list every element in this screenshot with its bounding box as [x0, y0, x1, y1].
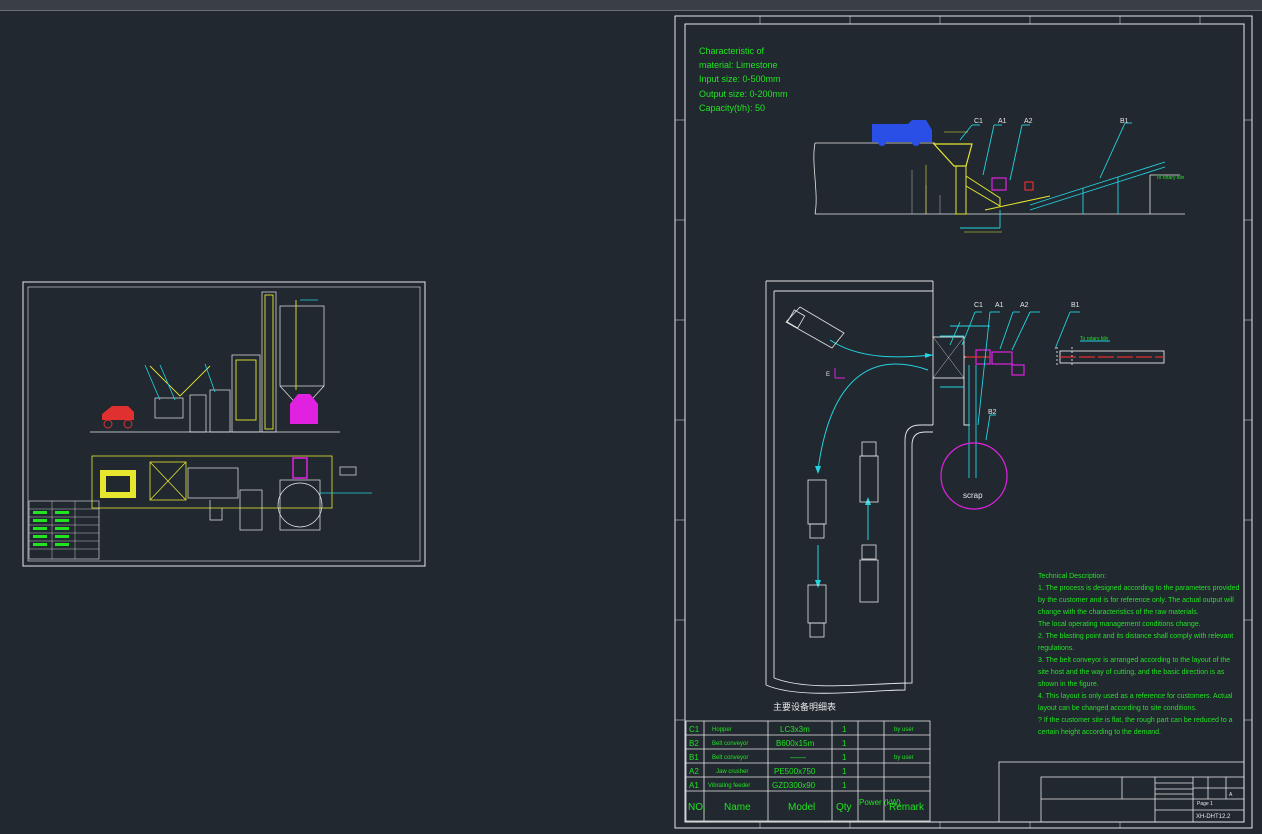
material-line-2: material: Limestone: [699, 60, 778, 70]
material-line-1: Characteristic of: [699, 46, 765, 56]
scrap-label: scrap: [963, 491, 983, 500]
tech-line-8: site host and the way of cutting, and th…: [1038, 669, 1225, 676]
material-line-3: Input size: 0-500mm: [699, 74, 781, 84]
table-header: NO. Name Model Qty Power (kW) Remark: [688, 798, 925, 813]
svg-text:GZD300x90: GZD300x90: [772, 781, 816, 790]
material-line-5: Capacity(t/h): 50: [699, 103, 765, 113]
svg-text:by user: by user: [894, 727, 914, 733]
plan-label-a2: A2: [1020, 302, 1029, 309]
plan-view[interactable]: C1 A1 A2 B1 B2 E scrap To rotary kiln 主要…: [765, 280, 1165, 712]
svg-text:1: 1: [842, 781, 847, 790]
svg-text:1: 1: [842, 739, 847, 748]
tech-line-6: regulations.: [1038, 645, 1074, 652]
elev-to-rotary-kiln: To rotary kiln: [1156, 175, 1185, 181]
plan-label-b2: B2: [988, 409, 997, 416]
title-block[interactable]: Page 1 A XH-DHT12.2: [998, 761, 1245, 823]
tech-line-4: The local operating management condition…: [1038, 621, 1201, 628]
svg-text:B2: B2: [689, 739, 699, 748]
material-characteristics: Characteristic of material: Limestone In…: [699, 46, 788, 113]
svg-text:Vibrating feeder: Vibrating feeder: [708, 783, 750, 789]
svg-text:LC3x3m: LC3x3m: [780, 725, 810, 734]
direction-label: E: [826, 372, 830, 378]
table-row: C1 Hopper LC3x3m 1 by user: [689, 725, 914, 734]
svg-text:Hopper: Hopper: [712, 727, 732, 733]
sheet-number: Page 1: [1197, 801, 1213, 807]
elev-label-a1: A1: [998, 118, 1007, 125]
svg-text:Belt conveyor: Belt conveyor: [712, 755, 748, 761]
equipment-table[interactable]: C1 Hopper LC3x3m 1 by user B2 Belt conve…: [685, 720, 931, 822]
drawing-number: XH-DHT12.2: [1196, 814, 1231, 820]
tech-line-2: by the customer and is for reference onl…: [1038, 597, 1234, 604]
tech-line-1: 1. The process is designed according to …: [1038, 585, 1240, 592]
left-drawing[interactable]: [22, 281, 426, 567]
elev-label-b1: B1: [1120, 118, 1129, 125]
svg-text:1: 1: [842, 725, 847, 734]
svg-text:Belt conveyor: Belt conveyor: [712, 741, 748, 747]
tech-line-11: layout can be changed according to site …: [1038, 705, 1197, 712]
svg-text:A2: A2: [689, 767, 699, 776]
equipment-table-title: 主要设备明细表: [773, 701, 836, 712]
svg-text:Name: Name: [724, 802, 751, 813]
table-row: B1 Belt conveyor —— 1 by user: [689, 753, 914, 762]
svg-text:1: 1: [842, 753, 847, 762]
revision-stage: A: [1229, 792, 1233, 798]
technical-description: Technical Description: 1. The process is…: [1038, 573, 1240, 736]
tech-line-3: change with the characteristics of the r…: [1038, 609, 1199, 616]
svg-text:Remark: Remark: [889, 802, 925, 813]
svg-text:——: ——: [790, 753, 806, 762]
svg-text:NO.: NO.: [688, 802, 706, 813]
svg-text:by user: by user: [894, 755, 914, 761]
svg-text:Model: Model: [788, 802, 815, 813]
elev-label-c1: C1: [974, 118, 983, 125]
svg-text:B1: B1: [689, 753, 699, 762]
tech-line-12: ? If the customer site is flat, the roug…: [1038, 717, 1233, 724]
svg-text:PE500x750: PE500x750: [774, 767, 816, 776]
plan-label-c1: C1: [974, 302, 983, 309]
tech-line-13: certain height according to the demand.: [1038, 729, 1161, 736]
svg-text:Jaw crusher: Jaw crusher: [716, 769, 748, 775]
svg-text:Qty: Qty: [836, 802, 852, 813]
plan-label-b1: B1: [1071, 302, 1080, 309]
tech-title: Technical Description:: [1038, 573, 1106, 580]
cad-canvas[interactable]: Characteristic of material: Limestone In…: [0, 0, 1262, 834]
elev-label-a2: A2: [1024, 118, 1033, 125]
tech-line-7: 3. The belt conveyor is arranged accordi…: [1038, 657, 1230, 664]
tech-line-9: shown in the figure.: [1038, 681, 1099, 688]
svg-text:1: 1: [842, 767, 847, 776]
tech-line-10: 4. This layout is only used as a referen…: [1038, 693, 1233, 700]
material-line-4: Output size: 0-200mm: [699, 89, 788, 99]
elevation-view[interactable]: C1 A1 A2 B1 To rotary kiln: [813, 118, 1185, 233]
svg-text:C1: C1: [689, 725, 700, 734]
svg-text:B600x15m: B600x15m: [776, 739, 815, 748]
plan-to-rotary-kiln: To rotary kiln: [1080, 336, 1109, 342]
tech-line-5: 2. The blasting point and its distance s…: [1038, 633, 1233, 640]
svg-text:A1: A1: [689, 781, 699, 790]
plan-label-a1: A1: [995, 302, 1004, 309]
